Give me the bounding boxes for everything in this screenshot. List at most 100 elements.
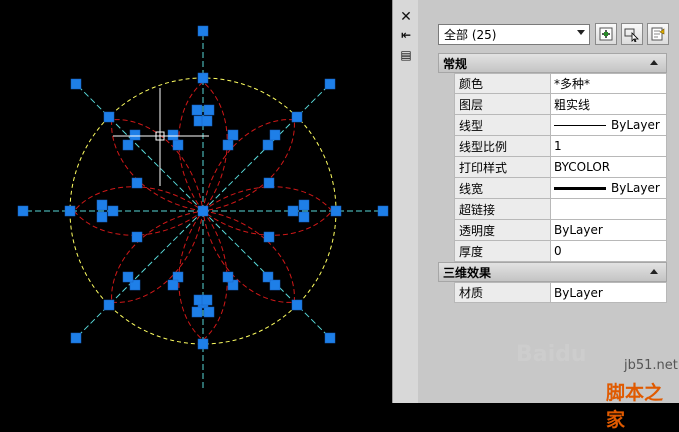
grip-handle (377, 205, 389, 217)
grip-handle (324, 78, 336, 90)
property-row-color[interactable]: 颜色 *多种* (438, 73, 667, 94)
property-value-linetype[interactable]: ByLayer (550, 115, 667, 136)
property-value-lineweight[interactable]: ByLayer (550, 178, 667, 199)
axis-line (76, 210, 204, 338)
grip-handle (269, 129, 281, 141)
property-value[interactable]: 0 (550, 241, 667, 262)
property-value[interactable]: 粗实线 (550, 94, 667, 115)
property-row-linetype-scale[interactable]: 线型比例 1 (438, 136, 667, 157)
property-value[interactable]: ByLayer (550, 220, 667, 241)
property-grid: 常规 颜色 *多种* 图层 粗实线 线型 ByLayer 线型比例 1 打印样式 BYCO… (438, 53, 667, 303)
grip-handle (263, 231, 275, 243)
grip-handle (129, 129, 141, 141)
grip-handle (203, 104, 215, 116)
property-value[interactable]: 1 (550, 136, 667, 157)
grip-handle (197, 25, 209, 37)
grip-handle (64, 205, 76, 217)
drawing-canvas[interactable] (0, 0, 392, 403)
select-objects-button[interactable] (621, 23, 643, 45)
grip-handle (269, 279, 281, 291)
grip-handle (191, 104, 203, 116)
grip-handle (197, 72, 209, 84)
chevron-down-icon (577, 30, 585, 35)
property-value[interactable]: BYCOLOR (550, 157, 667, 178)
section-title: 常规 (443, 56, 468, 71)
grip-handle (287, 205, 299, 217)
property-name: 透明度 (454, 220, 550, 241)
grip-handle (203, 306, 215, 318)
property-row-linetype[interactable]: 线型 ByLayer (438, 115, 667, 136)
property-value[interactable]: ByLayer (550, 282, 667, 303)
property-row-material[interactable]: 材质 ByLayer (438, 282, 667, 303)
property-name: 线型 (454, 115, 550, 136)
property-row-hyperlink[interactable]: 超链接 (438, 199, 667, 220)
axis-line (76, 84, 204, 212)
grip-handle (167, 129, 179, 141)
grip-handle (330, 205, 342, 217)
grip-handle (70, 332, 82, 344)
collapse-icon[interactable] (650, 269, 658, 274)
grip-handle (324, 332, 336, 344)
grip-handle (262, 139, 274, 151)
select-objects-icon (624, 28, 639, 42)
quick-select-icon (651, 27, 665, 41)
property-value[interactable] (550, 199, 667, 220)
lineweight-value: ByLayer (611, 181, 660, 195)
close-icon[interactable]: ✕ (398, 10, 414, 24)
linetype-swatch (554, 124, 606, 126)
property-name: 颜色 (454, 73, 550, 94)
grip-handle (197, 205, 209, 217)
palette-title-bar: ✕ ⇤ ▤ (392, 0, 420, 403)
grip-handle (222, 139, 234, 151)
grip-handle (103, 111, 115, 123)
property-name: 图层 (454, 94, 550, 115)
3d-rows: 材质 ByLayer (438, 282, 667, 303)
toggle-pickadd-button[interactable] (595, 23, 617, 45)
selection-dropdown[interactable]: 全部 (25) (438, 24, 590, 45)
selection-toolbar: 全部 (25) (438, 23, 676, 48)
selection-value: 全部 (25) (444, 28, 497, 42)
property-name: 线宽 (454, 178, 550, 199)
section-3d-effects[interactable]: 三维效果 (438, 262, 667, 282)
grip-handle (291, 111, 303, 123)
grip-handle (263, 177, 275, 189)
quick-select-button[interactable] (647, 23, 669, 45)
grip-handle (298, 199, 310, 211)
properties-menu-icon[interactable]: ▤ (398, 48, 414, 62)
grip-handle (222, 271, 234, 283)
grip-handle (201, 115, 213, 127)
property-row-thickness[interactable]: 厚度 0 (438, 241, 667, 262)
property-row-transparency[interactable]: 透明度 ByLayer (438, 220, 667, 241)
auto-hide-icon[interactable]: ⇤ (398, 28, 414, 42)
property-row-layer[interactable]: 图层 粗实线 (438, 94, 667, 115)
section-title: 三维效果 (443, 265, 492, 280)
grip-handle (131, 231, 143, 243)
property-name: 线型比例 (454, 136, 550, 157)
grip-handle (291, 299, 303, 311)
toggle-pickadd-icon (599, 27, 613, 41)
grip-handle (96, 211, 108, 223)
property-row-lineweight[interactable]: 线宽 ByLayer (438, 178, 667, 199)
property-row-plot-style[interactable]: 打印样式 BYCOLOR (438, 157, 667, 178)
property-name: 超链接 (454, 199, 550, 220)
grip-handle (191, 306, 203, 318)
linetype-value: ByLayer (611, 118, 660, 132)
drawing-svg (17, 25, 389, 391)
grip-handle (227, 129, 239, 141)
section-general[interactable]: 常规 (438, 53, 667, 73)
property-value[interactable]: *多种* (550, 73, 667, 94)
general-rows: 颜色 *多种* 图层 粗实线 线型 ByLayer 线型比例 1 打印样式 BYCOLOR… (438, 73, 667, 262)
grip-handle (103, 299, 115, 311)
property-name: 厚度 (454, 241, 550, 262)
grip-handle (96, 199, 108, 211)
grip-handle (122, 139, 134, 151)
property-name: 材质 (454, 282, 550, 303)
grip-handle (107, 205, 119, 217)
collapse-icon[interactable] (650, 60, 658, 65)
properties-panel: 全部 (25) 常规 颜色 *多种* 图层 粗实线 线型 ByLayer 线型比例 1 … (418, 0, 679, 403)
grip-handle (172, 139, 184, 151)
property-name: 打印样式 (454, 157, 550, 178)
grip-handle (298, 211, 310, 223)
grip-handle (70, 78, 82, 90)
grip-handle (197, 338, 209, 350)
